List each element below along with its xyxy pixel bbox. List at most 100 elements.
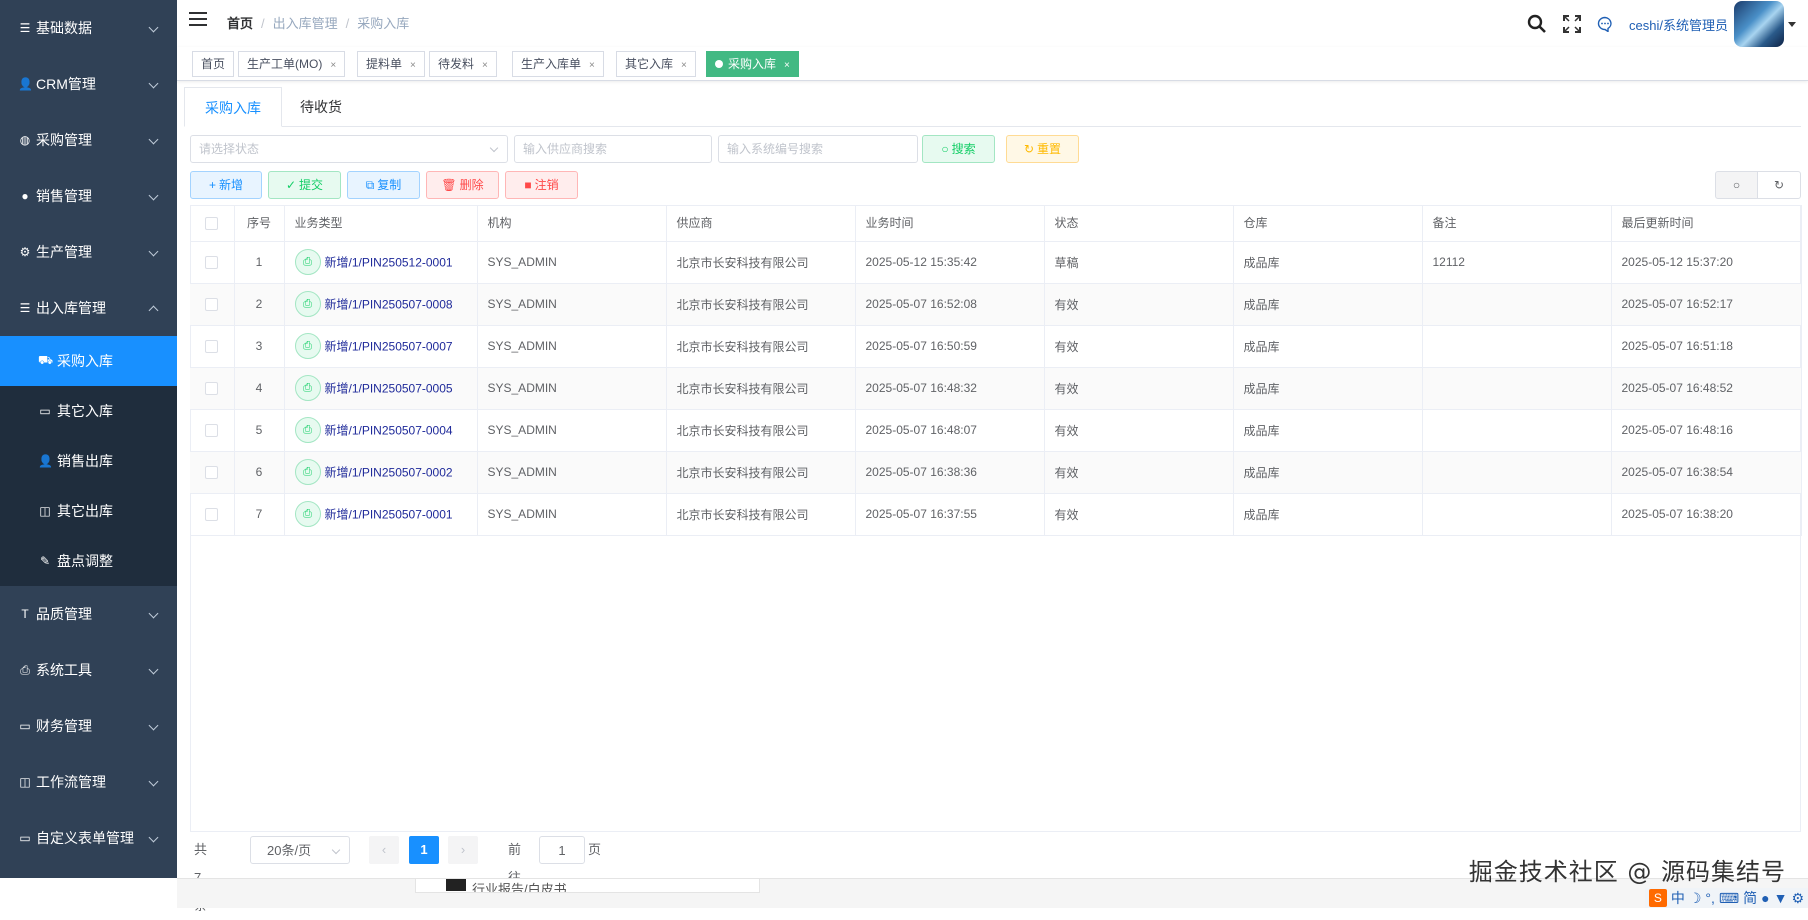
tab-purchase-inbound[interactable]: 采购入库 xyxy=(184,87,282,127)
table-row[interactable]: 6 ⎙ 新增/1/PIN250507-0002 SYS_ADMIN 北京市长安科技有限公… xyxy=(190,451,1802,494)
checkbox[interactable] xyxy=(205,508,219,522)
report-card[interactable]: 行业报告/白皮书 xyxy=(415,879,760,893)
checkbox[interactable] xyxy=(205,256,219,270)
goto-page-input[interactable]: 1 xyxy=(539,836,585,864)
delete-button[interactable]: 🗑 删除 xyxy=(426,171,499,199)
page-size-select[interactable]: 20条/页 xyxy=(250,836,350,864)
close-icon[interactable]: × xyxy=(482,60,488,71)
next-page-button[interactable]: › xyxy=(448,836,478,864)
row-select[interactable] xyxy=(190,241,235,284)
tag-item[interactable]: 采购入库 × xyxy=(706,51,799,77)
sidebar-item[interactable]: ◫ 工作流管理 xyxy=(0,754,177,810)
table-row[interactable]: 4 ⎙ 新增/1/PIN250507-0005 SYS_ADMIN 北京市长安科技有限公… xyxy=(190,367,1802,410)
tag-item[interactable]: 待发料 × xyxy=(429,51,497,77)
printer-icon[interactable]: ⎙ xyxy=(294,417,321,443)
tag-item[interactable]: 其它入库 × xyxy=(616,51,696,77)
table-row[interactable]: 3 ⎙ 新增/1/PIN250507-0007 SYS_ADMIN 北京市长安科技有限公… xyxy=(190,325,1802,368)
tag-item[interactable]: 生产工单(MO) × xyxy=(238,51,346,77)
breadcrumb-item[interactable]: 出入库管理 xyxy=(273,16,338,31)
close-icon[interactable]: × xyxy=(589,60,595,71)
sidebar-item[interactable]: ⎙ 系统工具 xyxy=(0,642,177,698)
select-all-checkbox[interactable] xyxy=(190,205,235,242)
printer-icon[interactable]: ⎙ xyxy=(294,333,321,359)
tag-item[interactable]: 首页 xyxy=(192,51,235,77)
search-icon[interactable] xyxy=(1527,14,1547,34)
printer-icon[interactable]: ⎙ xyxy=(294,459,321,485)
document-link[interactable]: 新增/1/PIN250507-0001 xyxy=(325,508,453,522)
add-button[interactable]: + 新增 xyxy=(190,171,262,199)
ime-charset[interactable]: 简 xyxy=(1743,888,1757,908)
sidebar-subitem[interactable]: ◫ 其它出库 xyxy=(0,486,177,536)
message-icon[interactable] xyxy=(1597,16,1613,32)
document-link[interactable]: 新增/1/PIN250507-0005 xyxy=(325,382,453,396)
document-link[interactable]: 新增/1/PIN250507-0002 xyxy=(325,466,453,480)
fullscreen-icon[interactable] xyxy=(1563,15,1582,33)
sidebar-item[interactable]: ▭ 财务管理 xyxy=(0,698,177,754)
checkbox[interactable] xyxy=(205,298,219,312)
row-select[interactable] xyxy=(190,451,235,494)
tag-item[interactable]: 生产入库单 × xyxy=(512,51,604,77)
row-select[interactable] xyxy=(190,283,235,326)
close-icon[interactable]: × xyxy=(784,60,790,71)
checkbox[interactable] xyxy=(205,424,219,438)
ime-mode[interactable]: 中 xyxy=(1671,888,1685,908)
checkbox[interactable] xyxy=(205,382,219,396)
row-select[interactable] xyxy=(190,409,235,452)
sidebar-subitem[interactable]: ⛟ 采购入库 xyxy=(0,336,177,386)
supplier-search-input[interactable]: 输入供应商搜索 xyxy=(514,135,712,163)
table-row[interactable]: 7 ⎙ 新增/1/PIN250507-0001 SYS_ADMIN 北京市长安科技有限公… xyxy=(190,493,1802,536)
printer-icon[interactable]: ⎙ xyxy=(294,375,321,401)
punctuation-icon[interactable]: °, xyxy=(1705,890,1715,906)
sidebar-item[interactable]: ☰ 出入库管理 xyxy=(0,280,177,336)
table-row[interactable]: 5 ⎙ 新增/1/PIN250507-0004 SYS_ADMIN 北京市长安科技有限公… xyxy=(190,409,1802,452)
username[interactable]: ceshi/系统管理员 xyxy=(1629,15,1728,34)
printer-icon[interactable]: ⎙ xyxy=(294,249,321,275)
tab-pending-receipt[interactable]: 待收货 xyxy=(280,87,362,127)
document-link[interactable]: 新增/1/PIN250507-0004 xyxy=(325,424,453,438)
document-link[interactable]: 新增/1/PIN250507-0008 xyxy=(325,298,453,312)
caret-down-icon[interactable] xyxy=(1788,21,1796,27)
sidebar-item[interactable]: T 品质管理 xyxy=(0,586,177,642)
row-select[interactable] xyxy=(190,367,235,410)
gear-icon[interactable]: ⚙ xyxy=(1791,890,1804,907)
close-icon[interactable]: × xyxy=(330,60,336,71)
moon-icon[interactable]: ☽ xyxy=(1689,890,1702,907)
table-row[interactable]: 1 ⎙ 新增/1/PIN250512-0001 SYS_ADMIN 北京市长安科技有限公… xyxy=(190,241,1802,284)
code-search-input[interactable]: 输入系统编号搜索 xyxy=(718,135,918,163)
sidebar-item[interactable]: ☰ 基础数据 xyxy=(0,0,177,56)
sidebar-item[interactable]: ◍ 采购管理 xyxy=(0,112,177,168)
breadcrumb-item[interactable]: 首页 xyxy=(227,16,253,31)
checkbox[interactable] xyxy=(205,340,219,354)
copy-button[interactable]: ⧉ 复制 xyxy=(347,171,420,199)
keyboard-icon[interactable]: ⌨ xyxy=(1719,890,1739,907)
submit-button[interactable]: ✓ 提交 xyxy=(268,171,341,199)
hamburger-icon[interactable] xyxy=(189,12,207,28)
sidebar-item[interactable]: ▭ 自定义表单管理 xyxy=(0,810,177,866)
checkbox[interactable] xyxy=(205,466,219,480)
close-icon[interactable]: × xyxy=(410,60,416,71)
status-select[interactable]: 请选择状态 xyxy=(190,135,508,163)
page-number[interactable]: 1 xyxy=(409,836,439,864)
sidebar-item[interactable]: ● 销售管理 xyxy=(0,168,177,224)
cancel-button[interactable]: ■ 注销 xyxy=(505,171,578,199)
refresh-table-button[interactable]: ↻ xyxy=(1757,171,1801,199)
shirt-icon[interactable]: ▼ xyxy=(1774,890,1788,906)
reset-button[interactable]: ↻ 重置 xyxy=(1006,135,1079,163)
search-button[interactable]: ○ 搜索 xyxy=(922,135,995,163)
checkbox[interactable] xyxy=(205,216,219,230)
sidebar-subitem[interactable]: ▭ 其它入库 xyxy=(0,386,177,436)
tag-item[interactable]: 提料单 × xyxy=(357,51,425,77)
document-link[interactable]: 新增/1/PIN250512-0001 xyxy=(325,256,453,270)
printer-icon[interactable]: ⎙ xyxy=(294,291,321,317)
document-link[interactable]: 新增/1/PIN250507-0007 xyxy=(325,340,453,354)
sidebar-subitem[interactable]: ✎ 盘点调整 xyxy=(0,536,177,586)
sidebar-item[interactable]: ⚙ 生产管理 xyxy=(0,224,177,280)
printer-icon[interactable]: ⎙ xyxy=(294,501,321,527)
close-icon[interactable]: × xyxy=(681,60,687,71)
row-select[interactable] xyxy=(190,325,235,368)
user-icon[interactable]: ● xyxy=(1761,890,1769,906)
sidebar-item[interactable]: 👤 CRM管理 xyxy=(0,56,177,112)
toggle-search-button[interactable]: ○ xyxy=(1715,171,1758,199)
avatar[interactable] xyxy=(1734,1,1784,47)
table-row[interactable]: 2 ⎙ 新增/1/PIN250507-0008 SYS_ADMIN 北京市长安科技有限公… xyxy=(190,283,1802,326)
